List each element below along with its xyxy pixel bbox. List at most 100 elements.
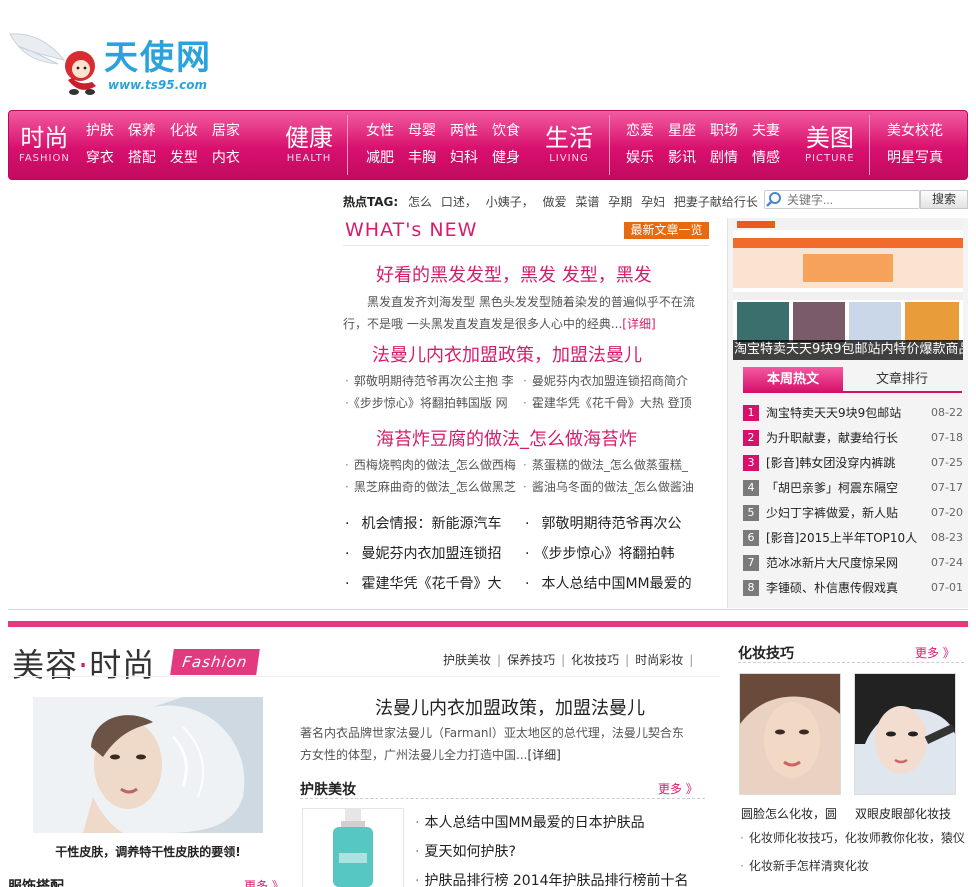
- nav-link-emotion[interactable]: 情感: [752, 145, 780, 172]
- main-nav: 时尚 FASHION 护肤 穿衣 保养 搭配 化妆 发型 居家 内衣 健康 HE…: [8, 110, 968, 180]
- list-item[interactable]: · 郭敬明期待范爷再次公: [525, 513, 681, 533]
- tab-article-rank[interactable]: 文章排行: [843, 367, 961, 392]
- nav-link-baby[interactable]: 母婴: [408, 118, 436, 145]
- list-item[interactable]: · 曼妮芬内衣加盟连锁招: [345, 543, 501, 563]
- nav-link-couple[interactable]: 夫妻: [752, 118, 780, 145]
- hot-tag[interactable]: 做爱: [543, 195, 567, 209]
- skincare-product-image[interactable]: [302, 808, 404, 887]
- nav-link-entertainment[interactable]: 娱乐: [626, 145, 654, 172]
- nav-link-match[interactable]: 搭配: [128, 145, 156, 172]
- hot-tag[interactable]: 菜谱: [575, 195, 599, 209]
- list-item[interactable]: · 机会情报：新能源汽车: [345, 513, 501, 533]
- rank-item[interactable]: 3 [影音]韩女团没穿内裤跳 07-25: [743, 450, 963, 475]
- search-button[interactable]: 搜索: [920, 190, 968, 209]
- list-item[interactable]: · 本人总结中国MM最爱的日本护肤品: [415, 809, 689, 838]
- nav-link-plot[interactable]: 剧情: [710, 145, 738, 172]
- rank-item[interactable]: 8 李锺硕、朴信惠传假戏真 07-01: [743, 575, 963, 600]
- feature-headline[interactable]: 法曼儿内衣加盟政策，加盟法曼儿: [300, 694, 720, 720]
- nav-link-home[interactable]: 居家: [212, 118, 240, 145]
- nav-health[interactable]: 健康 HEALTH: [285, 124, 333, 166]
- nav-link-campus-beauty[interactable]: 美女校花: [887, 118, 943, 145]
- detail-link[interactable]: [详细]: [527, 748, 560, 762]
- search-input[interactable]: [764, 190, 920, 209]
- subsection-title[interactable]: 护肤美妆: [300, 779, 356, 799]
- makeup-card-caption[interactable]: 圆脸怎么化妆，圆: [741, 805, 843, 822]
- makeup-card-caption[interactable]: 双眼皮眼部化妆技: [855, 805, 957, 822]
- nav-link-women[interactable]: 女性: [366, 118, 394, 145]
- nav-link-movies[interactable]: 影讯: [668, 145, 696, 172]
- more-link[interactable]: 更多 》: [658, 780, 698, 797]
- makeup-tips-title[interactable]: 化妆技巧: [738, 643, 794, 663]
- promo-banner-image[interactable]: [733, 218, 963, 360]
- hot-tag[interactable]: 口述，: [441, 195, 477, 209]
- nav-link-love[interactable]: 恋爱: [626, 118, 654, 145]
- list-item[interactable]: · 霍建华凭《花千骨》大: [345, 573, 501, 593]
- latest-articles-button[interactable]: 最新文章一览: [624, 222, 709, 239]
- list-item[interactable]: · 化妆师化妆技巧，化妆师教你化妆，猿仪: [740, 829, 965, 846]
- hot-tag[interactable]: 孕期: [608, 195, 632, 209]
- section-link[interactable]: 化妆技巧: [571, 653, 619, 667]
- nav-link-career[interactable]: 职场: [710, 118, 738, 145]
- more-link[interactable]: 更多 》: [244, 877, 284, 887]
- nav-link-lingerie[interactable]: 内衣: [212, 145, 240, 172]
- rank-item[interactable]: 2 为升职献妻，献妻给行长 07-18: [743, 425, 963, 450]
- hot-tag[interactable]: 把妻子献给行长: [674, 195, 758, 209]
- hot-tag[interactable]: 怎么: [408, 195, 432, 209]
- hot-tag[interactable]: 孕妇: [641, 195, 665, 209]
- nav-group-picture-links: 美女校花 明星写真: [875, 111, 943, 179]
- headline-link[interactable]: 海苔炸豆腐的做法_怎么做海苔炸: [376, 425, 637, 451]
- section-link[interactable]: 时尚彩妆: [635, 653, 683, 667]
- headline-link[interactable]: 法曼儿内衣加盟政策，加盟法曼儿: [372, 341, 642, 367]
- tab-weekly-hot[interactable]: 本周热文: [743, 367, 843, 392]
- nav-link-food[interactable]: 饮食: [492, 118, 520, 145]
- promo-caption[interactable]: 淘宝特卖天天9块9包邮站内特价爆款商品,: [733, 340, 963, 360]
- list-item[interactable]: · 夏天如何护肤?: [415, 838, 689, 867]
- divider: [343, 245, 709, 246]
- list-item[interactable]: · 护肤品排行榜 2014年护肤品排行榜前十名: [415, 867, 689, 887]
- section-link[interactable]: 保养技巧: [507, 653, 555, 667]
- logo-wordmark[interactable]: 天使网: [104, 30, 212, 79]
- nav-link-fitness[interactable]: 健身: [492, 145, 520, 172]
- nav-link-care[interactable]: 保养: [128, 118, 156, 145]
- list-item[interactable]: · 西梅烧鸭肉的做法_怎么做西梅: [345, 456, 516, 473]
- subsection-title[interactable]: 服饰搭配: [8, 876, 64, 887]
- nav-link-clothing[interactable]: 穿衣: [86, 145, 114, 172]
- rank-item[interactable]: 6 [影音]2015上半年TOP10人 08-23: [743, 525, 963, 550]
- list-item[interactable]: · 霍建华凭《花千骨》大热 登顶: [523, 394, 692, 411]
- nav-link-bust[interactable]: 丰胸: [408, 145, 436, 172]
- list-item[interactable]: · 《步步惊心》将翻拍韩国版 网: [345, 394, 508, 411]
- nav-link-hairstyle[interactable]: 发型: [170, 145, 198, 172]
- nav-fashion[interactable]: 时尚 FASHION: [19, 124, 70, 166]
- detail-link[interactable]: [详细]: [622, 317, 655, 331]
- nav-link-sex[interactable]: 两性: [450, 118, 478, 145]
- list-item[interactable]: · 《步步惊心》将翻拍韩: [525, 543, 674, 563]
- list-item[interactable]: · 曼妮芬内衣加盟连锁招商简介: [523, 372, 688, 389]
- list-item[interactable]: · 郭敬明期待范爷再次公主抱 李: [345, 372, 514, 389]
- list-item[interactable]: · 本人总结中国MM最爱的: [525, 573, 692, 593]
- nav-link-gynecology[interactable]: 妇科: [450, 145, 478, 172]
- nav-link-skincare[interactable]: 护肤: [86, 118, 114, 145]
- nav-divider: [869, 115, 870, 175]
- rank-item[interactable]: 5 少妇丁字裤做爱，新人贴 07-20: [743, 500, 963, 525]
- hot-tag[interactable]: 小姨子，: [486, 195, 534, 209]
- rank-item[interactable]: 7 范冰冰新片大尺度惊呆网 07-24: [743, 550, 963, 575]
- rank-item[interactable]: 4 「胡巴亲爹」柯震东隔空 07-17: [743, 475, 963, 500]
- nav-link-horoscope[interactable]: 星座: [668, 118, 696, 145]
- makeup-card-image[interactable]: [854, 673, 956, 795]
- nav-link-makeup[interactable]: 化妆: [170, 118, 198, 145]
- list-item[interactable]: · 蒸蛋糕的做法_怎么做蒸蛋糕_: [523, 456, 688, 473]
- headline-link[interactable]: 好看的黑发发型，黑发 发型，黑发: [376, 261, 652, 287]
- image-caption[interactable]: 干性皮肤，调养特干性皮肤的要领!: [33, 843, 263, 860]
- makeup-card-image[interactable]: [739, 673, 841, 795]
- nav-living[interactable]: 生活 LIVING: [545, 124, 593, 166]
- list-item[interactable]: · 酱油乌冬面的做法_怎么做酱油: [523, 478, 694, 495]
- more-link[interactable]: 更多 》: [915, 644, 955, 661]
- rank-item[interactable]: 1 淘宝特卖天天9块9包邮站 08-22: [743, 400, 963, 425]
- list-item[interactable]: · 化妆新手怎样清爽化妆: [740, 857, 869, 874]
- nav-link-star-photos[interactable]: 明星写真: [887, 145, 943, 172]
- nav-link-diet[interactable]: 减肥: [366, 145, 394, 172]
- section-link[interactable]: 护肤美妆: [443, 653, 491, 667]
- list-item[interactable]: · 黑芝麻曲奇的做法_怎么做黑芝: [345, 478, 516, 495]
- nav-picture[interactable]: 美图 PICTURE: [805, 124, 855, 166]
- skincare-feature-image[interactable]: [33, 697, 263, 833]
